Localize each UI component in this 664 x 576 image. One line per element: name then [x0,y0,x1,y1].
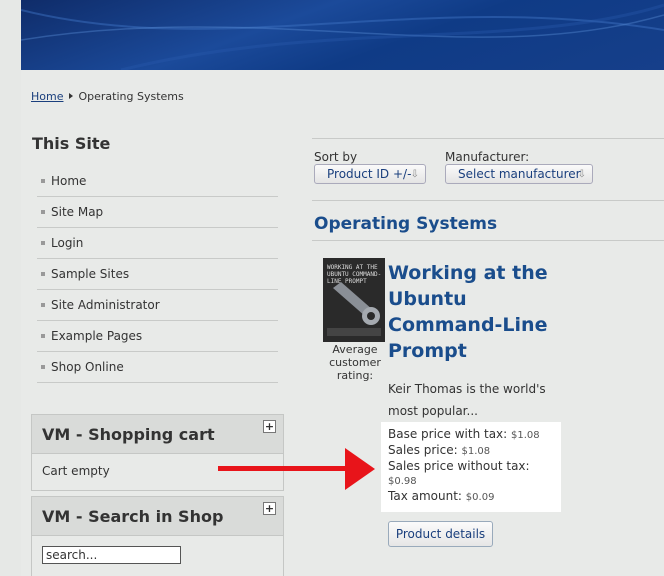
bullet-icon [41,210,45,214]
site-banner [0,0,664,70]
bullet-icon [41,365,45,369]
breadcrumb-arrow-icon [69,93,74,99]
chevron-down-icon: ⇩ [410,169,419,180]
expand-icon[interactable]: + [263,502,276,515]
search-module-title: VM - Search in Shop [42,506,224,526]
site-module-title: This Site [32,134,111,153]
base-price-label: Base price with tax: [388,427,508,441]
product-title-link[interactable]: Working at the Ubuntu Command-Line Promp… [388,260,558,364]
menu-item-shop-online[interactable]: Shop Online [37,352,278,383]
red-arrow-annotation [218,448,375,490]
sales-price-value: $1.08 [461,446,491,457]
bullet-icon [41,272,45,276]
price-box: Base price with tax: $1.08 Sales price: … [381,422,561,512]
breadcrumb-current: Operating Systems [78,90,184,103]
base-price-value: $1.08 [511,430,540,441]
product-details-button[interactable]: Product details [388,521,493,547]
breadcrumb-home-link[interactable]: Home [31,90,63,103]
wrench-icon [327,282,381,336]
bullet-icon [41,241,45,245]
menu-item-site-administrator[interactable]: Site Administrator [37,290,278,321]
cart-status: Cart empty [42,464,110,478]
cart-module-title: VM - Shopping cart [42,424,215,444]
site-menu: Home Site Map Login Sample Sites Site Ad… [37,166,278,383]
bullet-icon [41,303,45,307]
sales-no-tax-label: Sales price without tax: [388,459,530,473]
tax-amount-value: $0.09 [465,492,495,503]
manufacturer-label: Manufacturer: [445,150,530,164]
sales-price-label: Sales price: [388,443,458,457]
menu-item-login[interactable]: Login [37,228,278,259]
product-description: Keir Thomas is the world's most popular.… [388,382,546,418]
sort-select[interactable]: Product ID +/- ⇩ [314,164,426,184]
chevron-down-icon: ⇩ [577,169,586,180]
menu-item-example-pages[interactable]: Example Pages [37,321,278,352]
manufacturer-select[interactable]: Select manufacturer ⇩ [445,164,593,184]
menu-item-home[interactable]: Home [37,166,278,197]
breadcrumb: Home Operating Systems [31,90,184,103]
sort-by-label: Sort by [314,150,358,164]
search-input[interactable] [42,546,181,564]
menu-item-sample-sites[interactable]: Sample Sites [37,259,278,290]
sales-no-tax-value: $0.98 [388,476,417,487]
tax-amount-label: Tax amount: [388,489,462,503]
category-title: Operating Systems [314,214,498,234]
search-module: VM - Search in Shop + [31,496,284,576]
product-thumbnail[interactable]: WORKING AT THE UBUNTU COMMAND-LINE PROMP… [323,258,385,342]
rating-label: Average customer rating: [329,343,381,382]
banner-graphic [21,3,664,70]
expand-icon[interactable]: + [263,420,276,433]
menu-item-site-map[interactable]: Site Map [37,197,278,228]
bullet-icon [41,179,45,183]
bullet-icon [41,334,45,338]
